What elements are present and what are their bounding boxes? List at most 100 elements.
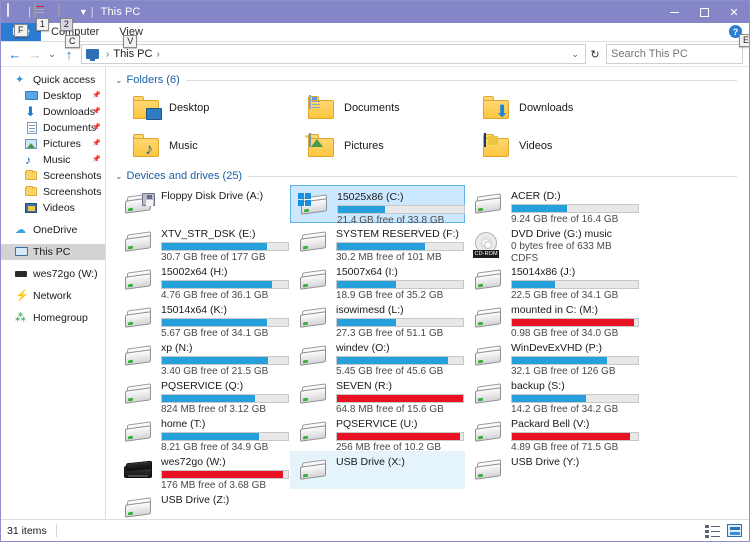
pin-icon[interactable]: 📌 bbox=[92, 123, 101, 132]
drive-tile[interactable]: home (T:) 8.21 GB free of 34.9 GB bbox=[115, 413, 290, 453]
drive-tile[interactable]: mounted in C: (M:) 0.98 GB free of 34.0 G… bbox=[465, 299, 640, 339]
drive-tile[interactable]: XTV_STR_DSK (E:) 30.7 GB free of 177 GB bbox=[115, 223, 290, 263]
sidebar-item-pictures[interactable]: Pictures 📌 bbox=[1, 136, 105, 152]
folder-tile[interactable]: Documents bbox=[290, 89, 465, 127]
sidebar-item-music[interactable]: ♪ Music 📌 bbox=[1, 152, 105, 168]
search-box[interactable] bbox=[606, 44, 749, 64]
folder-label: Downloads bbox=[519, 102, 574, 114]
sidebar-item-onedrive[interactable]: ☁ OneDrive bbox=[1, 222, 105, 238]
qat-divider: | bbox=[28, 6, 31, 18]
refresh-button[interactable]: ↻ bbox=[586, 48, 604, 61]
drive-usage-fill bbox=[337, 281, 397, 288]
sidebar-item-network[interactable]: ⚡ Network bbox=[1, 288, 105, 304]
drive-tile[interactable]: USB Drive (X:) bbox=[290, 451, 465, 489]
drive-usage-bar bbox=[161, 432, 289, 441]
sidebar-item-homegroup[interactable]: ⁂ Homegroup bbox=[1, 310, 105, 326]
file-list-pane[interactable]: ⌄ Folders (6) Desktop Documents ⬇ Downloads… bbox=[106, 67, 749, 519]
help-button[interactable]: ? E bbox=[729, 25, 749, 47]
navigation-pane[interactable]: ✦ Quick access Desktop 📌 ⬇ Downloads 📌 Document… bbox=[1, 67, 106, 519]
minimize-button[interactable] bbox=[659, 1, 689, 23]
drive-tile[interactable]: xp (N:) 3.40 GB free of 21.5 GB bbox=[115, 337, 290, 377]
sidebar-item-documents[interactable]: Documents 📌 bbox=[1, 120, 105, 136]
drive-tile[interactable]: SYSTEM RESERVED (F:) 30.2 MB free of 101 … bbox=[290, 223, 465, 263]
drive-usage-fill bbox=[512, 357, 607, 364]
breadcrumb[interactable]: › This PC › ⌄ bbox=[81, 44, 586, 64]
drive-tile[interactable]: ACER (D:) 9.24 GB free of 16.4 GB bbox=[465, 185, 640, 225]
breadcrumb-this-pc[interactable]: This PC bbox=[113, 48, 152, 60]
drive-tile[interactable]: backup (S:) 14.2 GB free of 34.2 GB bbox=[465, 375, 640, 415]
drive-info: 15007x64 (I:) 18.9 GB free of 35.2 GB bbox=[336, 265, 464, 302]
pin-icon[interactable]: 📌 bbox=[92, 107, 101, 116]
title-bar[interactable]: | 1 2 ▼ | This PC ✕ bbox=[1, 1, 749, 31]
properties-qat-icon[interactable]: 1 bbox=[33, 3, 50, 31]
pin-icon[interactable]: 📌 bbox=[92, 155, 101, 164]
drive-tile[interactable]: windev (O:) 5.45 GB free of 45.6 GB bbox=[290, 337, 465, 377]
drive-info: 15002x64 (H:) 4.76 GB free of 36.1 GB bbox=[161, 265, 289, 302]
folder-tile[interactable]: ⬇ Downloads bbox=[465, 89, 640, 127]
recent-locations-icon[interactable]: ⌄ bbox=[45, 44, 59, 64]
drive-usage-bar bbox=[336, 356, 464, 365]
drives-chevron-icon[interactable]: ⌄ bbox=[115, 171, 123, 182]
sidebar-item-desktop[interactable]: Desktop 📌 bbox=[1, 88, 105, 104]
drive-tile[interactable]: SEVEN (R:) 64.8 MB free of 15.6 GB bbox=[290, 375, 465, 415]
drive-tile[interactable]: USB Drive (Y:) bbox=[465, 451, 640, 489]
search-input[interactable] bbox=[611, 48, 749, 60]
breadcrumb-sep-2[interactable]: › bbox=[156, 49, 159, 60]
drive-usage-fill bbox=[162, 395, 256, 402]
drive-tile[interactable]: 15014x64 (K:) 5.67 GB free of 34.1 GB bbox=[115, 299, 290, 339]
folder-tile[interactable]: Videos bbox=[465, 127, 640, 165]
folder-tile[interactable]: ♪ Music bbox=[115, 127, 290, 165]
drive-tile[interactable]: isowimesd (L:) 27.3 GB free of 51.1 GB bbox=[290, 299, 465, 339]
large-icons-view-button[interactable] bbox=[727, 523, 743, 538]
folders-chevron-icon[interactable]: ⌄ bbox=[115, 75, 123, 86]
new-folder-qat-icon[interactable]: 2 bbox=[57, 3, 74, 31]
folder-tile[interactable]: Pictures bbox=[290, 127, 465, 165]
pin-icon[interactable]: 📌 bbox=[92, 91, 101, 100]
drive-tile[interactable]: CD-ROM DVD Drive (G:) music 0 bytes free o… bbox=[465, 223, 640, 264]
back-button[interactable]: ← bbox=[5, 44, 25, 64]
close-button[interactable]: ✕ bbox=[719, 1, 749, 23]
picture-overlay-icon bbox=[309, 133, 311, 147]
drive-tile[interactable]: wes72go (W:) 176 MB free of 3.68 GB bbox=[115, 451, 290, 491]
explorer-window: | 1 2 ▼ | This PC ✕ File F Computer C Vi… bbox=[0, 0, 750, 542]
sidebar-item-quick-access[interactable]: ✦ Quick access bbox=[1, 72, 105, 88]
drive-tile[interactable]: Floppy Disk Drive (A:) bbox=[115, 185, 290, 223]
cloud-icon: ☁ bbox=[15, 224, 26, 236]
drive-free-space: 0 bytes free of 633 MB bbox=[511, 241, 612, 252]
maximize-button[interactable] bbox=[689, 1, 719, 23]
drive-name: USB Drive (Y:) bbox=[511, 456, 580, 468]
drive-usage-fill bbox=[512, 281, 555, 288]
sidebar-item-downloads[interactable]: ⬇ Downloads 📌 bbox=[1, 104, 105, 120]
hard-drive-icon bbox=[123, 421, 155, 447]
sidebar-item-screenshots[interactable]: Screenshots bbox=[1, 168, 105, 184]
sidebar-item-wes72go-w[interactable]: wes72go (W:) bbox=[1, 266, 105, 282]
qat-chevron-down-icon[interactable]: ▼ bbox=[79, 7, 88, 17]
drive-tile[interactable]: USB Drive (Z:) bbox=[115, 489, 290, 519]
tab-view[interactable]: View V bbox=[109, 23, 153, 48]
drive-tile[interactable]: 15014x86 (J:) 22.5 GB free of 34.1 GB bbox=[465, 261, 640, 301]
floppy-drive-icon bbox=[123, 193, 155, 219]
folders-group-header[interactable]: ⌄ Folders (6) bbox=[115, 71, 749, 89]
sidebar-item-this-pc[interactable]: This PC bbox=[1, 244, 105, 260]
tab-computer[interactable]: Computer C bbox=[41, 23, 109, 48]
drive-name: PQSERVICE (Q:) bbox=[161, 380, 244, 392]
forward-button[interactable]: → bbox=[25, 44, 45, 64]
sidebar-item-videos[interactable]: Videos bbox=[1, 200, 105, 216]
details-view-button[interactable] bbox=[705, 524, 721, 538]
folder-tile[interactable]: Desktop bbox=[115, 89, 290, 127]
drive-tile[interactable]: Packard Bell (V:) 4.89 GB free of 71.5 GB bbox=[465, 413, 640, 453]
drives-group-header[interactable]: ⌄ Devices and drives (25) bbox=[115, 167, 749, 185]
picture-icon bbox=[25, 137, 39, 151]
drive-tile[interactable]: WinDevExVHD (P:) 32.1 GB free of 126 GB bbox=[465, 337, 640, 377]
hard-drive-icon bbox=[298, 269, 330, 295]
drive-tile[interactable]: 15002x64 (H:) 4.76 GB free of 36.1 GB bbox=[115, 261, 290, 302]
drive-tile[interactable]: PQSERVICE (U:) 256 MB free of 10.2 GB bbox=[290, 413, 465, 453]
pin-icon[interactable]: 📌 bbox=[92, 139, 101, 148]
drive-tile[interactable]: PQSERVICE (Q:) 824 MB free of 3.12 GB bbox=[115, 375, 290, 415]
keytip-qat-2: 2 bbox=[59, 18, 73, 31]
drive-name: wes72go (W:) bbox=[161, 456, 226, 468]
breadcrumb-chevron-down-icon[interactable]: ⌄ bbox=[571, 49, 581, 60]
drive-tile[interactable]: 15007x64 (I:) 18.9 GB free of 35.2 GB bbox=[290, 261, 465, 302]
drive-tile[interactable]: 15025x86 (C:) 21.4 GB free of 33.8 GB bbox=[290, 185, 465, 226]
sidebar-item-screenshots[interactable]: Screenshots bbox=[1, 184, 105, 200]
